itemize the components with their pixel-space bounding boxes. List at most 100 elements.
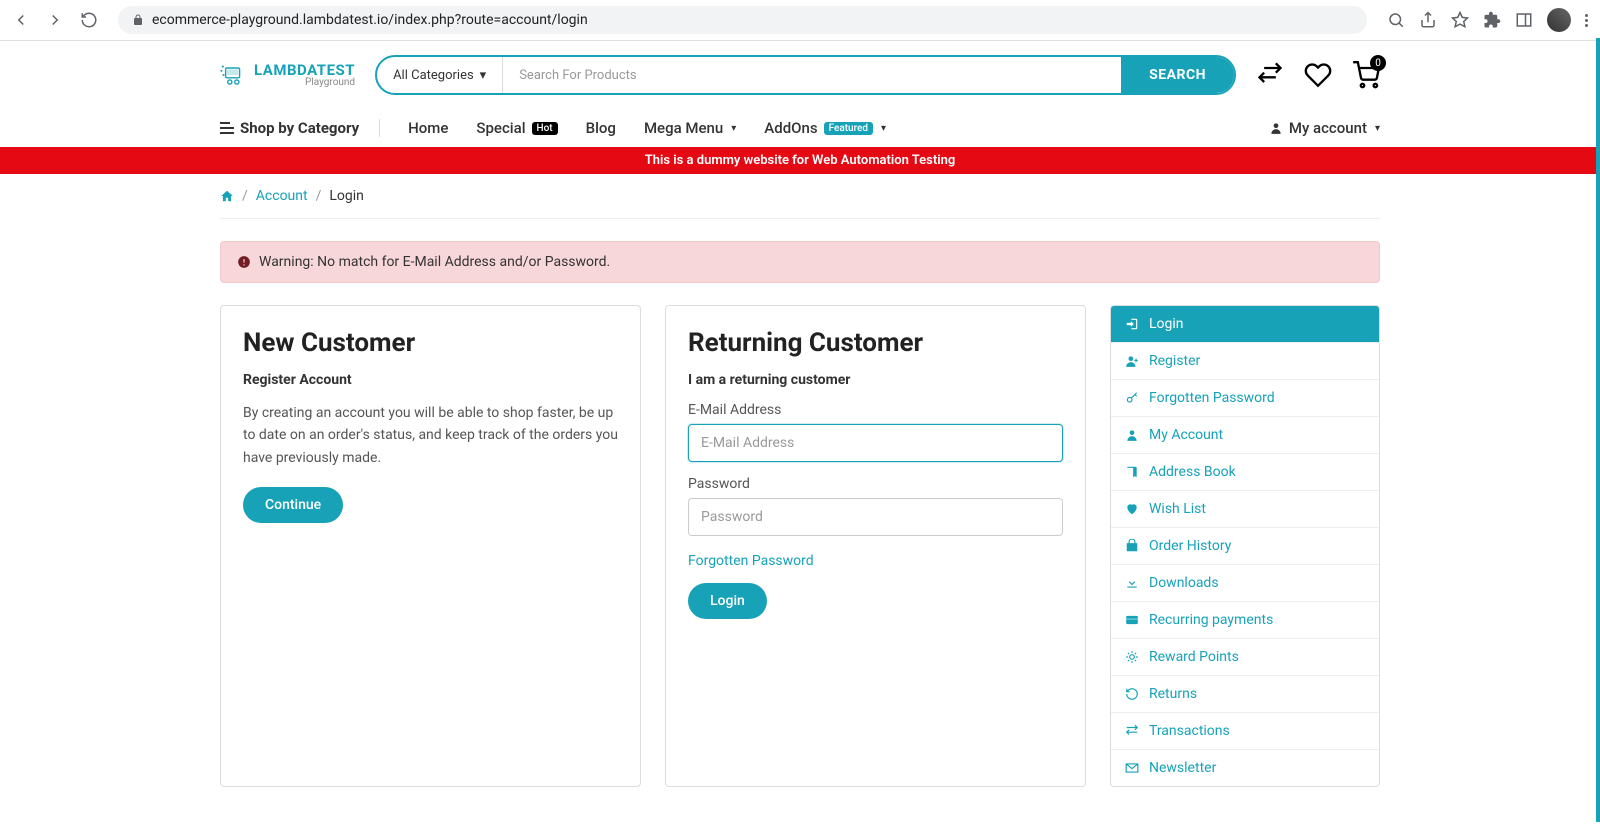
warning-alert: Warning: No match for E-Mail Address and… [220, 241, 1380, 283]
cart-count-badge: 0 [1370, 55, 1386, 71]
nav-mega-menu[interactable]: Mega Menu ▾ [644, 119, 736, 137]
password-label: Password [688, 476, 1063, 492]
sidebar-item-login[interactable]: Login [1111, 306, 1379, 343]
lock-icon [132, 14, 144, 26]
breadcrumb-home[interactable] [220, 189, 234, 203]
search-category-dropdown[interactable]: All Categories ▾ [377, 57, 503, 93]
cart-icon[interactable]: 0 [1352, 61, 1380, 89]
search-input[interactable] [503, 57, 1121, 93]
caret-down-icon: ▾ [881, 123, 886, 134]
returning-title: Returning Customer [688, 328, 1063, 358]
logo[interactable]: LAMBDATEST Playground [220, 61, 355, 89]
logo-sub-text: Playground [254, 78, 355, 88]
hamburger-icon [220, 122, 234, 134]
sidebar-item-label: Register [1149, 353, 1200, 369]
password-input[interactable] [688, 498, 1063, 536]
search-category-label: All Categories [393, 68, 474, 83]
key-icon [1125, 391, 1139, 405]
sidebar-item-label: My Account [1149, 427, 1223, 443]
card-icon [1125, 613, 1139, 627]
sidebar-item-label: Downloads [1149, 575, 1219, 591]
user-icon [1269, 121, 1283, 135]
sidebar-item-label: Wish List [1149, 501, 1206, 517]
mail-icon [1125, 761, 1139, 775]
breadcrumb-separator: / [316, 188, 322, 204]
site-header: LAMBDATEST Playground All Categories ▾ S… [220, 41, 1380, 109]
nav-shop-by-category[interactable]: Shop by Category [220, 119, 380, 137]
search-bar: All Categories ▾ SEARCH [375, 55, 1236, 95]
new-customer-card: New Customer Register Account By creatin… [220, 305, 641, 787]
register-icon [1125, 354, 1139, 368]
returning-subtitle: I am a returning customer [688, 372, 1063, 388]
caret-down-icon: ▾ [731, 123, 736, 134]
star-icon [1125, 650, 1139, 664]
nav-addons[interactable]: AddOns Featured ▾ [764, 119, 886, 137]
sidebar-item-reward-points[interactable]: Reward Points [1111, 639, 1379, 676]
caret-down-icon: ▾ [1375, 123, 1380, 134]
browser-chrome: ecommerce-playground.lambdatest.io/index… [0, 0, 1600, 41]
url-bar[interactable]: ecommerce-playground.lambdatest.io/index… [118, 6, 1367, 34]
breadcrumb-account[interactable]: Account [256, 188, 308, 204]
new-customer-subtitle: Register Account [243, 372, 618, 388]
content-grid: New Customer Register Account By creatin… [220, 305, 1380, 787]
sidebar-item-wish-list[interactable]: Wish List [1111, 491, 1379, 528]
sidebar-item-label: Login [1149, 316, 1184, 332]
logo-main-text: LAMBDATEST [254, 63, 355, 78]
account-sidebar: Login Register Forgotten Password My Accoun… [1110, 305, 1380, 787]
featured-badge: Featured [824, 122, 873, 135]
sidebar-item-downloads[interactable]: Downloads [1111, 565, 1379, 602]
exchange-icon [1125, 724, 1139, 738]
sidebar-item-newsletter[interactable]: Newsletter [1111, 750, 1379, 786]
sidebar-item-returns[interactable]: Returns [1111, 676, 1379, 713]
profile-avatar[interactable] [1547, 8, 1571, 32]
sidebar-item-label: Newsletter [1149, 760, 1216, 776]
nav-special[interactable]: Special Hot [476, 119, 557, 137]
sidebar-item-recurring-payments[interactable]: Recurring payments [1111, 602, 1379, 639]
email-label: E-Mail Address [688, 402, 1063, 418]
book-icon [1125, 465, 1139, 479]
login-button[interactable]: Login [688, 583, 767, 619]
star-icon[interactable] [1451, 11, 1469, 29]
bag-icon [1125, 539, 1139, 553]
panel-icon[interactable] [1515, 11, 1533, 29]
page-scrollbar[interactable] [1596, 38, 1600, 822]
breadcrumb: / Account / Login [220, 174, 1380, 219]
back-button[interactable] [12, 11, 30, 29]
returning-customer-card: Returning Customer I am a returning cust… [665, 305, 1086, 787]
warning-icon [237, 255, 251, 269]
continue-button[interactable]: Continue [243, 487, 343, 523]
more-menu-icon[interactable] [1585, 14, 1588, 27]
sidebar-item-order-history[interactable]: Order History [1111, 528, 1379, 565]
forward-button[interactable] [46, 11, 64, 29]
user-icon [1125, 428, 1139, 442]
sidebar-item-forgotten-password[interactable]: Forgotten Password [1111, 380, 1379, 417]
forgotten-password-link[interactable]: Forgotten Password [688, 553, 814, 569]
search-button[interactable]: SEARCH [1121, 57, 1234, 93]
hot-badge: Hot [532, 122, 558, 135]
wishlist-icon[interactable] [1304, 61, 1332, 89]
nav-my-account[interactable]: My account ▾ [1269, 119, 1380, 137]
reload-button[interactable] [80, 11, 98, 29]
header-icons: 0 [1256, 61, 1380, 89]
share-icon[interactable] [1419, 11, 1437, 29]
heart-icon [1125, 502, 1139, 516]
download-icon [1125, 576, 1139, 590]
sidebar-item-label: Forgotten Password [1149, 390, 1275, 406]
main-nav: Shop by Category Home Special Hot Blog M… [220, 109, 1380, 147]
logo-icon [220, 61, 248, 89]
browser-nav [12, 11, 98, 29]
extensions-icon[interactable] [1483, 11, 1501, 29]
chevron-down-icon: ▾ [480, 68, 487, 83]
sidebar-item-label: Reward Points [1149, 649, 1239, 665]
email-input[interactable] [688, 424, 1063, 462]
sidebar-item-label: Transactions [1149, 723, 1230, 739]
sidebar-item-address-book[interactable]: Address Book [1111, 454, 1379, 491]
dummy-website-banner: This is a dummy website for Web Automati… [0, 147, 1600, 174]
sidebar-item-register[interactable]: Register [1111, 343, 1379, 380]
nav-home[interactable]: Home [408, 119, 448, 137]
compare-icon[interactable] [1256, 61, 1284, 89]
zoom-icon[interactable] [1387, 11, 1405, 29]
sidebar-item-transactions[interactable]: Transactions [1111, 713, 1379, 750]
nav-blog[interactable]: Blog [586, 119, 616, 137]
sidebar-item-my-account[interactable]: My Account [1111, 417, 1379, 454]
